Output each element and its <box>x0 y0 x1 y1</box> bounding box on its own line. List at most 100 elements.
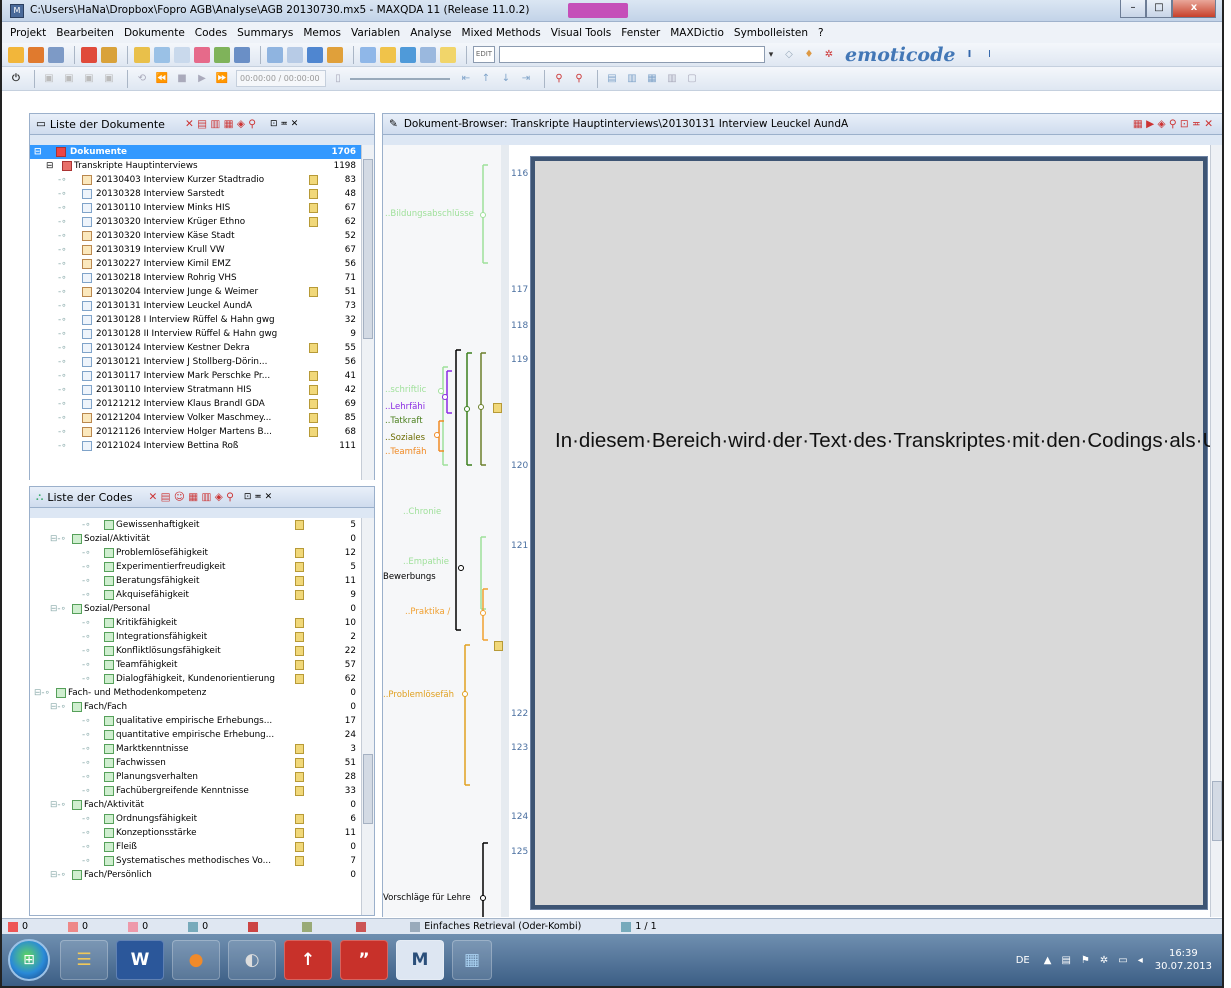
code-system-icon[interactable] <box>81 46 97 63</box>
bar-chart-icon[interactable] <box>307 46 323 63</box>
stop-icon[interactable]: ■ <box>174 71 190 87</box>
scrollbar-thumb[interactable] <box>363 159 373 339</box>
code-row[interactable]: -∘ Akquisefähigkeit 9 <box>30 588 374 602</box>
layout-grid-icon[interactable] <box>400 46 416 63</box>
menu-analyse[interactable]: Analyse <box>410 27 451 39</box>
documents-root-row[interactable]: ⊟ Dokumente 1706 <box>30 145 374 159</box>
memo-icon[interactable] <box>295 562 304 572</box>
volume-icon[interactable]: ◂ <box>1138 955 1143 966</box>
folder-icon[interactable] <box>28 46 44 63</box>
document-row[interactable]: -∘ 20130319 Interview Krull VW 67 <box>30 243 374 257</box>
table-grid-icon[interactable] <box>287 46 303 63</box>
code-stripe-label[interactable]: ..schriftlic <box>385 385 426 395</box>
code-stripe-label[interactable]: ..Lehrfähi <box>385 402 425 412</box>
code-row[interactable]: -∘ Problemlösefähigkeit 12 <box>30 546 374 560</box>
memo-icon[interactable] <box>295 786 304 796</box>
view-grid-icon[interactable]: ▦ <box>644 71 660 87</box>
move-down-icon[interactable]: ↓ <box>498 71 514 87</box>
document-row[interactable]: -∘ 20130131 Interview Leuckel AundA 73 <box>30 299 374 313</box>
menu-mixed-methods[interactable]: Mixed Methods <box>462 27 541 39</box>
browser-scrollbar[interactable] <box>1210 145 1222 917</box>
table-icon[interactable] <box>267 46 283 63</box>
code-stripe-label[interactable]: Vorschläge für Lehre <box>383 893 471 903</box>
menu-symbolleisten[interactable]: Symbolleisten <box>734 27 808 39</box>
clock[interactable]: 16:39 30.07.2013 <box>1155 947 1212 973</box>
code-marker-icon[interactable]: ♦ <box>801 47 817 63</box>
fast-forward-icon[interactable]: ⏩ <box>214 71 230 87</box>
status-weight[interactable] <box>296 921 316 932</box>
layout-split-icon[interactable] <box>420 46 436 63</box>
code-row[interactable]: -∘ Integrationsfähigkeit 2 <box>30 630 374 644</box>
menu-maxdictio[interactable]: MAXDictio <box>670 27 724 39</box>
open-project-icon[interactable] <box>8 46 24 63</box>
code-row[interactable]: -∘ Systematisches methodisches Vo... 7 <box>30 854 374 868</box>
taskbar-app[interactable]: ◐ <box>228 940 276 980</box>
search-down-icon[interactable]: ⚲ <box>571 71 587 87</box>
memo-icon[interactable] <box>309 371 318 381</box>
code-row[interactable]: -∘ Dialogfähigkeit, Kundenorientierung 62 <box>30 672 374 686</box>
chart-icon[interactable] <box>327 46 343 63</box>
memo-link-icon[interactable]: ▣ <box>101 71 117 87</box>
minimize-button[interactable]: – <box>1120 0 1146 18</box>
text-uncode-icon[interactable]: I <box>981 47 997 63</box>
memo-icon[interactable] <box>295 674 304 684</box>
slider-handle-icon[interactable]: ▯ <box>330 71 346 87</box>
code-stripe-label[interactable]: Bewerbungs <box>383 572 436 582</box>
text-code-icon[interactable]: I <box>961 47 977 63</box>
network-icon[interactable]: ▤ <box>1061 955 1070 966</box>
document-row[interactable]: -∘ 20121204 Interview Volker Maschmey... 8… <box>30 411 374 425</box>
scrollbar-thumb[interactable] <box>1212 781 1222 841</box>
code-row[interactable]: -∘ Kritikfähigkeit 10 <box>30 616 374 630</box>
code-stripe-label[interactable]: ..Praktika / <box>405 607 450 617</box>
memo-icon[interactable] <box>295 856 304 866</box>
code-row[interactable]: -∘ Teamfähigkeit 57 <box>30 658 374 672</box>
document-row[interactable]: -∘ 20130124 Interview Kestner Dekra 55 <box>30 341 374 355</box>
code-row[interactable]: -∘ quantitative empirische Erhebung... 24 <box>30 728 374 742</box>
code-row[interactable]: -∘ Experimentierfreudigkeit 5 <box>30 560 374 574</box>
document-browser-icon[interactable] <box>134 46 150 63</box>
code-row[interactable]: -∘ Konzeptionsstärke 11 <box>30 826 374 840</box>
code-row[interactable]: -∘ Planungsverhalten 28 <box>30 770 374 784</box>
memo-icon[interactable] <box>295 772 304 782</box>
memo-icon[interactable] <box>309 175 318 185</box>
code-row[interactable]: -∘ qualitative empirische Erhebungs... 17 <box>30 714 374 728</box>
window-layout-icon[interactable] <box>360 46 376 63</box>
color-code-icon[interactable]: ✲ <box>821 47 837 63</box>
statistics-icon[interactable] <box>234 46 250 63</box>
memo-icon[interactable] <box>493 403 502 413</box>
memo-icon[interactable] <box>295 548 304 558</box>
taskbar-maxqda[interactable]: M <box>396 940 444 980</box>
document-row[interactable]: -∘ 20130110 Interview Minks HIS 67 <box>30 201 374 215</box>
edit-mode-button[interactable]: EDIT <box>473 46 495 63</box>
code-stripe-label[interactable]: ..Empathie <box>403 557 449 567</box>
document-row[interactable]: -∘ 20130204 Interview Junge & Weimer 51 <box>30 285 374 299</box>
panel-window-controls[interactable]: ⊡ ≖ ✕ <box>270 119 298 129</box>
code-row[interactable]: ⊟-∘ Fach/Persönlich 0 <box>30 868 374 882</box>
document-row[interactable]: -∘ 20130320 Interview Krüger Ethno 62 <box>30 215 374 229</box>
document-row[interactable]: -∘ 20130121 Interview J Stollberg-Dörin..… <box>30 355 374 369</box>
memo-icon[interactable] <box>295 814 304 824</box>
memo-icon[interactable] <box>295 520 304 530</box>
memo-icon[interactable] <box>295 758 304 768</box>
flag-icon[interactable]: ⚑ <box>1081 955 1090 966</box>
code-row[interactable]: -∘ Marktkenntnisse 3 <box>30 742 374 756</box>
code-stripe-label[interactable]: ..Problemlösefäh <box>383 690 454 700</box>
taskbar-word[interactable]: W <box>116 940 164 980</box>
menu-dokumente[interactable]: Dokumente <box>124 27 185 39</box>
view-split-icon[interactable]: ▥ <box>624 71 640 87</box>
memo-icon[interactable] <box>309 413 318 423</box>
taskbar-citavi[interactable]: ” <box>340 940 388 980</box>
panel-tool-icons[interactable]: ✕ ▤ ☺ ▦ ▥ ◈ ⚲ <box>149 491 234 503</box>
import-icon[interactable] <box>101 46 117 63</box>
menu-codes[interactable]: Codes <box>195 27 227 39</box>
memo-icon[interactable] <box>295 632 304 642</box>
code-row[interactable]: -∘ Gewissenhaftigkeit 5 <box>30 518 374 532</box>
memo-icon[interactable] <box>309 217 318 227</box>
menu-variablen[interactable]: Variablen <box>351 27 400 39</box>
memo-icon[interactable] <box>309 189 318 199</box>
document-icon[interactable] <box>48 46 64 63</box>
play-icon[interactable]: ▶ <box>194 71 210 87</box>
code-combobox[interactable] <box>499 46 765 63</box>
panel-tool-icons[interactable]: ✕ ▤ ▥ ▦ ◈ ⚲ <box>185 118 256 130</box>
document-row[interactable]: -∘ 20130218 Interview Rohrig VHS 71 <box>30 271 374 285</box>
